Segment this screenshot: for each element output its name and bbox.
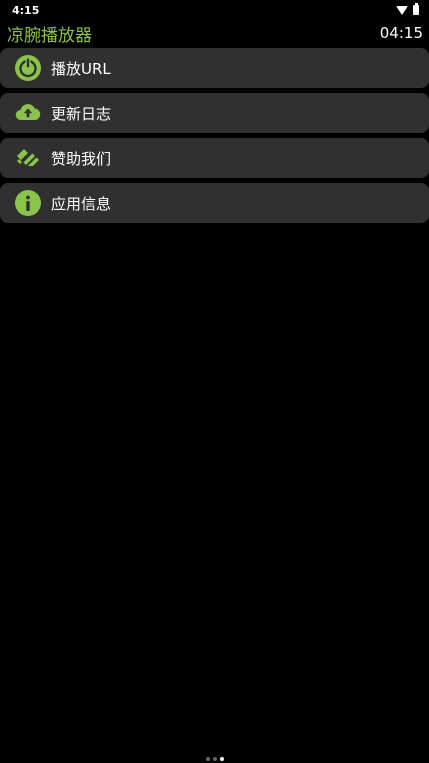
page-dot-active — [219, 757, 224, 761]
menu-item-sponsor[interactable]: 赞助我们 — [0, 138, 429, 178]
status-bar-time: 4:15 — [12, 3, 40, 17]
page-dot — [205, 757, 210, 761]
main-menu: 播放URL 更新日志 赞助我们 应用信息 — [0, 48, 429, 228]
page-indicator — [0, 756, 429, 762]
menu-item-label: 赞助我们 — [51, 149, 112, 168]
status-bar-icons — [396, 3, 419, 15]
menu-item-changelog[interactable]: 更新日志 — [0, 93, 429, 133]
cloud-upload-icon — [13, 98, 43, 128]
menu-item-app-info[interactable]: 应用信息 — [0, 183, 429, 223]
status-bar: 4:15 — [0, 0, 429, 20]
power-icon — [13, 53, 43, 83]
menu-item-label: 播放URL — [51, 59, 111, 78]
wifi-icon — [396, 5, 408, 15]
header-clock: 04:15 — [379, 24, 423, 42]
battery-icon — [413, 3, 419, 15]
app-title: 凉腕播放器 — [7, 25, 92, 46]
menu-item-label: 应用信息 — [51, 194, 112, 213]
info-icon — [13, 188, 43, 218]
menu-item-play-url[interactable]: 播放URL — [0, 48, 429, 88]
menu-item-label: 更新日志 — [51, 104, 112, 123]
page-dot — [212, 757, 217, 761]
app-header: 凉腕播放器 04:15 — [0, 20, 429, 46]
app-screen: 4:15 凉腕播放器 04:15 播放URL 更新日志 赞助我们 应用信息 — [0, 0, 429, 763]
handshake-icon — [13, 143, 43, 173]
